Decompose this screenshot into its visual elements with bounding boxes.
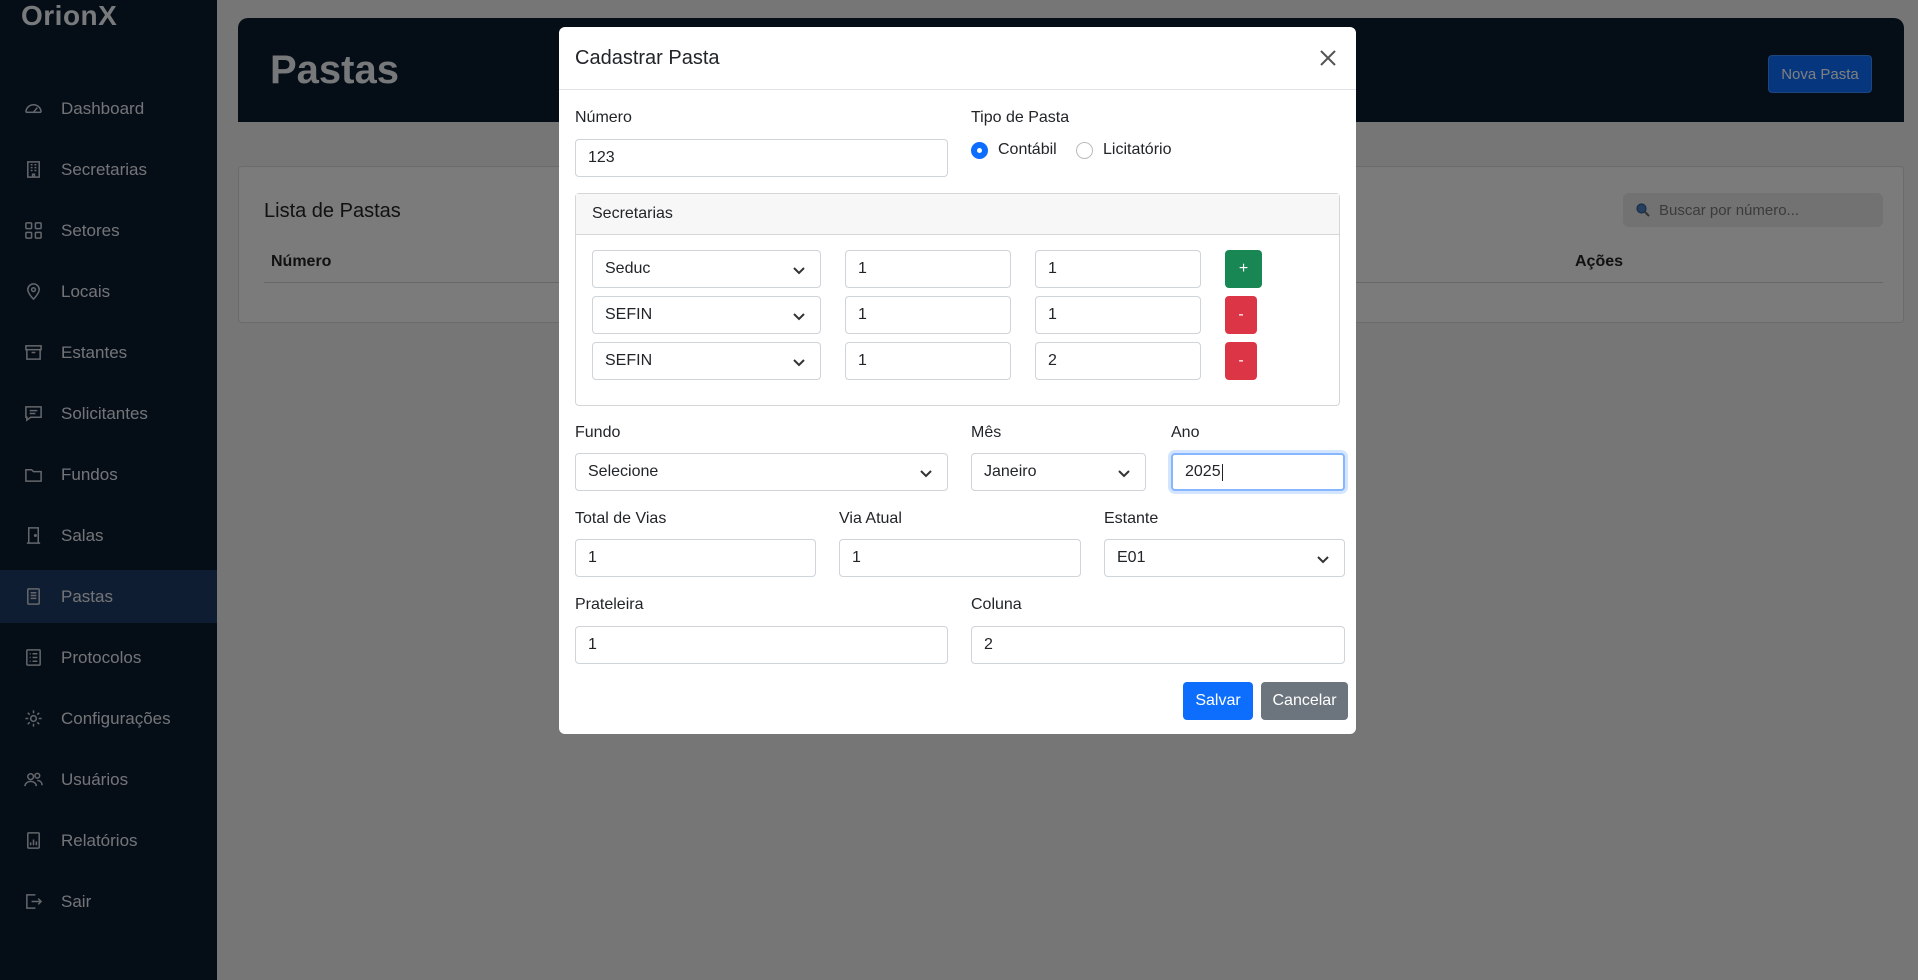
tipo-pasta-label: Tipo de Pasta	[971, 109, 1070, 126]
secretaria-v2-input[interactable]: 1	[1035, 296, 1201, 334]
remove-secretaria-button[interactable]: -	[1225, 296, 1257, 334]
estante-label: Estante	[1104, 510, 1159, 527]
secretaria-v2-input[interactable]: 2	[1035, 342, 1201, 380]
radio-contabil-label: Contábil	[998, 141, 1057, 158]
chevron-down-icon	[792, 309, 806, 323]
fundo-select-value: Selecione	[588, 463, 659, 480]
cadastrar-pasta-modal: Cadastrar Pasta Número 123 Tipo de Pasta…	[559, 27, 1356, 734]
secretaria-v2-value: 1	[1048, 306, 1057, 323]
numero-input[interactable]: 123	[575, 139, 948, 177]
secretaria-v2-input[interactable]: 1	[1035, 250, 1201, 288]
add-secretaria-button[interactable]: +	[1225, 250, 1262, 288]
mes-select-value: Janeiro	[984, 463, 1037, 480]
radio-licitatorio-label: Licitatório	[1103, 141, 1172, 158]
ano-value: 2025	[1185, 463, 1221, 480]
secretaria-select[interactable]: SEFIN	[592, 342, 821, 380]
coluna-label: Coluna	[971, 596, 1022, 613]
prateleira-label: Prateleira	[575, 596, 644, 613]
via-atual-input[interactable]: 1	[839, 539, 1081, 577]
cancel-button[interactable]: Cancelar	[1261, 682, 1348, 720]
close-icon	[1320, 50, 1336, 66]
close-button[interactable]	[1316, 46, 1340, 70]
total-vias-value: 1	[588, 549, 597, 566]
secretaria-v1-value: 1	[858, 352, 867, 369]
mes-label: Mês	[971, 424, 1002, 441]
secretaria-v1-value: 1	[858, 306, 867, 323]
coluna-input[interactable]: 2	[971, 626, 1345, 664]
estante-select[interactable]: E01	[1104, 539, 1345, 577]
secretarias-card-header: Secretarias	[576, 194, 1339, 235]
save-button[interactable]: Salvar	[1183, 682, 1253, 720]
ano-label: Ano	[1171, 424, 1200, 441]
chevron-down-icon	[1316, 552, 1330, 566]
coluna-value: 2	[984, 636, 993, 653]
via-atual-value: 1	[852, 549, 861, 566]
radio-licitatorio[interactable]: Licitatório	[1076, 141, 1171, 159]
prateleira-value: 1	[588, 636, 597, 653]
secretaria-v1-value: 1	[858, 260, 867, 277]
secretaria-select-value: Seduc	[605, 260, 651, 277]
text-caret	[1221, 463, 1223, 481]
modal-title: Cadastrar Pasta	[575, 46, 720, 69]
fundo-select[interactable]: Selecione	[575, 453, 948, 491]
radio-contabil-indicator[interactable]	[971, 141, 988, 159]
secretaria-select[interactable]: SEFIN	[592, 296, 821, 334]
secretaria-v2-value: 1	[1048, 260, 1057, 277]
secretarias-card: Secretarias Seduc 1 1 + SEFIN 1 1 - SEFI…	[575, 193, 1340, 406]
radio-licitatorio-indicator[interactable]	[1076, 141, 1093, 159]
secretaria-select[interactable]: Seduc	[592, 250, 821, 288]
total-vias-input[interactable]: 1	[575, 539, 816, 577]
ano-input[interactable]: 2025	[1171, 453, 1345, 491]
total-vias-label: Total de Vias	[575, 510, 667, 527]
chevron-down-icon	[792, 355, 806, 369]
remove-secretaria-button[interactable]: -	[1225, 342, 1257, 380]
prateleira-input[interactable]: 1	[575, 626, 948, 664]
chevron-down-icon	[792, 263, 806, 277]
secretaria-v1-input[interactable]: 1	[845, 342, 1011, 380]
mes-select[interactable]: Janeiro	[971, 453, 1146, 491]
secretaria-v2-value: 2	[1048, 352, 1057, 369]
fundo-label: Fundo	[575, 424, 621, 441]
chevron-down-icon	[919, 466, 933, 480]
secretaria-select-value: SEFIN	[605, 352, 653, 369]
via-atual-label: Via Atual	[839, 510, 902, 527]
chevron-down-icon	[1117, 466, 1131, 480]
secretaria-v1-input[interactable]: 1	[845, 250, 1011, 288]
secretaria-v1-input[interactable]: 1	[845, 296, 1011, 334]
numero-value: 123	[588, 149, 615, 166]
radio-contabil[interactable]: Contábil	[971, 141, 1057, 159]
estante-select-value: E01	[1117, 549, 1146, 566]
numero-label: Número	[575, 109, 632, 126]
modal-header: Cadastrar Pasta	[559, 27, 1356, 90]
secretaria-select-value: SEFIN	[605, 306, 653, 323]
